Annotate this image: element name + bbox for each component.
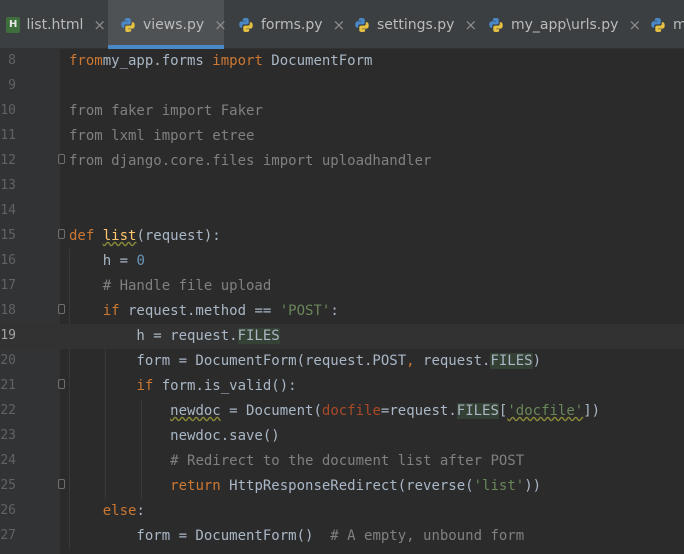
tab-label: settings.py	[377, 16, 455, 33]
code-line[interactable]: 21 if form.is_valid():	[0, 374, 684, 399]
code-line[interactable]: 11 from lxml import etree	[0, 124, 684, 149]
python-file-icon	[650, 17, 666, 33]
tab-views-py[interactable]: views.py ×	[108, 0, 227, 49]
tab-my-app-urls-py[interactable]: my_app\urls.py ×	[476, 0, 641, 49]
line-number[interactable]: 11	[0, 128, 16, 143]
code-text[interactable]: if form.is_valid():	[69, 378, 296, 394]
line-number[interactable]: 12	[0, 153, 16, 168]
code-line[interactable]: 15 def list(request):	[0, 224, 684, 249]
code-line[interactable]: 18 if request.method == 'POST':	[0, 299, 684, 324]
code-text[interactable]: from lxml import etree	[69, 128, 254, 144]
fold-marker-icon[interactable]	[58, 479, 65, 489]
code-line[interactable]: 22 newdoc = Document(docfile=request.FIL…	[0, 399, 684, 424]
line-number[interactable]: 19	[0, 328, 16, 343]
line-number[interactable]: 27	[0, 528, 16, 543]
code-text[interactable]: form = DocumentForm() # A empty, unbound…	[69, 528, 524, 544]
code-line[interactable]: 19 h = request.FILES	[0, 324, 684, 349]
code-text[interactable]: from faker import Faker	[69, 103, 263, 119]
code-line[interactable]: 12 from django.core.files import uploadha…	[0, 149, 684, 174]
tab-label: forms.py	[261, 16, 323, 33]
code-line[interactable]: 14	[0, 199, 684, 224]
code-text[interactable]: return HttpResponseRedirect(reverse('lis…	[69, 478, 541, 494]
code-text[interactable]: # Handle file upload	[69, 278, 272, 294]
line-number[interactable]: 18	[0, 303, 16, 318]
line-number[interactable]: 22	[0, 403, 16, 418]
code-line[interactable]: 17 # Handle file upload	[0, 274, 684, 299]
code-text[interactable]: if request.method == 'POST':	[69, 303, 339, 319]
code-text[interactable]: newdoc = Document(docfile=request.FILES[…	[69, 403, 600, 419]
line-number[interactable]: 23	[0, 428, 16, 443]
code-line[interactable]: 16 h = 0	[0, 249, 684, 274]
code-line[interactable]: 10 from faker import Faker	[0, 99, 684, 124]
code-line[interactable]: 25 return HttpResponseRedirect(reverse('…	[0, 474, 684, 499]
editor-tab-bar: H list.html × views.py × forms.py × sett…	[0, 0, 684, 49]
tab-label: views.py	[143, 16, 205, 33]
code-text[interactable]: # Redirect to the document list after PO…	[69, 453, 524, 469]
line-number[interactable]: 8	[0, 53, 16, 68]
python-file-icon	[354, 17, 370, 33]
close-icon[interactable]: ×	[214, 16, 227, 34]
tab-label: m	[673, 16, 684, 33]
line-number[interactable]: 21	[0, 378, 16, 393]
tab-overflow[interactable]: m	[638, 0, 684, 49]
line-number[interactable]: 10	[0, 103, 16, 118]
fold-marker-icon[interactable]	[58, 154, 65, 164]
code-line[interactable]: 24 # Redirect to the document list after…	[0, 449, 684, 474]
code-line[interactable]: 23 newdoc.save()	[0, 424, 684, 449]
code-text[interactable]: h = request.FILES	[69, 328, 280, 344]
fold-marker-icon[interactable]	[58, 379, 65, 389]
code-text[interactable]: form = DocumentForm(request.POST, reques…	[69, 353, 541, 369]
line-number[interactable]: 13	[0, 178, 16, 193]
tab-forms-py[interactable]: forms.py ×	[226, 0, 345, 49]
tab-label: list.html	[26, 16, 84, 33]
line-number[interactable]: 9	[0, 78, 16, 93]
python-file-icon	[238, 17, 254, 33]
code-text[interactable]: frommy_app.forms import DocumentForm	[69, 53, 372, 69]
line-number[interactable]: 20	[0, 353, 16, 368]
close-icon[interactable]: ×	[93, 16, 106, 34]
code-line[interactable]: 20 form = DocumentForm(request.POST, req…	[0, 349, 684, 374]
python-file-icon	[120, 17, 136, 33]
code-text[interactable]: newdoc.save()	[69, 428, 280, 444]
html-file-icon: H	[6, 16, 20, 33]
tab-list-html[interactable]: H list.html ×	[0, 0, 106, 49]
line-number[interactable]: 25	[0, 478, 16, 493]
code-text[interactable]: from django.core.files import uploadhand…	[69, 153, 431, 169]
code-line[interactable]: 13	[0, 174, 684, 199]
line-number[interactable]: 24	[0, 453, 16, 468]
code-editor[interactable]: 8 frommy_app.forms import DocumentForm 9 10…	[0, 49, 684, 554]
line-number[interactable]: 16	[0, 253, 16, 268]
line-number[interactable]: 14	[0, 203, 16, 218]
code-line[interactable]: 26 else:	[0, 499, 684, 524]
code-text[interactable]: else:	[69, 503, 145, 519]
line-number[interactable]: 26	[0, 503, 16, 518]
code-text[interactable]: h = 0	[69, 253, 145, 269]
tab-settings-py[interactable]: settings.py ×	[342, 0, 477, 49]
line-number[interactable]: 15	[0, 228, 16, 243]
python-file-icon	[488, 17, 504, 33]
code-line[interactable]: 9	[0, 74, 684, 99]
fold-marker-icon[interactable]	[58, 304, 65, 314]
code-line[interactable]: 8 frommy_app.forms import DocumentForm	[0, 49, 684, 74]
line-number[interactable]: 17	[0, 278, 16, 293]
tab-label: my_app\urls.py	[511, 16, 619, 33]
code-text[interactable]: def list(request):	[69, 228, 221, 244]
fold-marker-icon[interactable]	[58, 229, 65, 239]
code-line[interactable]: 27 form = DocumentForm() # A empty, unbo…	[0, 524, 684, 549]
